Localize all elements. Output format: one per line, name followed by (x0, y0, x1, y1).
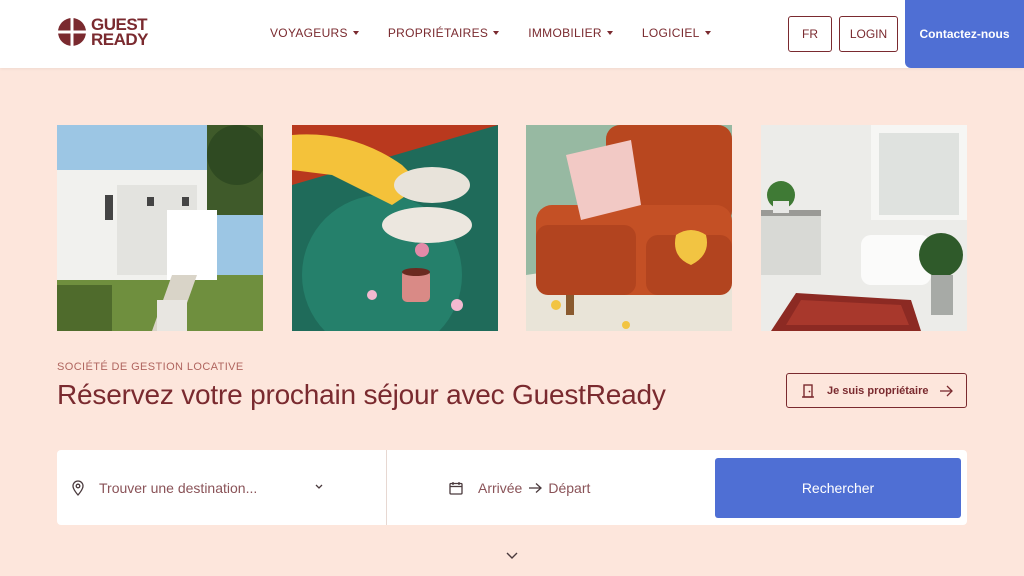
page-title: Réservez votre prochain séjour avec Gues… (57, 379, 666, 410)
bathroom-photo (761, 125, 967, 331)
site-header: GUEST READY VOYAGEURS PROPRIÉTAIRES IMMO… (0, 0, 1024, 68)
destination-field[interactable]: Trouver une destination... (57, 450, 387, 525)
owner-button-label: Je suis propriétaire (827, 384, 929, 397)
language-button[interactable]: FR (788, 16, 832, 52)
logo-line-2: READY (91, 30, 149, 49)
nav-item-label: VOYAGEURS (270, 26, 348, 40)
search-button[interactable]: Rechercher (715, 458, 961, 518)
caret-down-icon (352, 31, 359, 35)
caret-down-icon (493, 31, 500, 35)
date-range-field[interactable]: Arrivée Départ (449, 450, 590, 525)
main-nav: VOYAGEURS PROPRIÉTAIRES IMMOBILIER LOGIC… (270, 26, 740, 40)
destination-placeholder: Trouver une destination... (99, 479, 258, 496)
arrow-right-icon (940, 385, 953, 397)
nav-item-label: IMMOBILIER (528, 26, 602, 40)
hero-eyebrow: SOCIÉTÉ DE GESTION LOCATIVE (57, 361, 244, 373)
nav-item-voyageurs[interactable]: VOYAGEURS (270, 26, 359, 40)
door-icon (802, 383, 814, 398)
chevron-down-icon (315, 484, 323, 489)
white-villa-photo (57, 125, 263, 331)
nav-item-logiciel[interactable]: LOGICIEL (642, 26, 711, 40)
login-button[interactable]: LOGIN (839, 16, 898, 52)
orange-sofa-photo (526, 125, 732, 331)
arrow-right-icon (529, 482, 543, 493)
chevron-down-icon[interactable] (505, 551, 519, 561)
contact-button[interactable]: Contactez-nous (905, 0, 1024, 68)
brand-logo[interactable]: GUEST READY (57, 16, 149, 49)
caret-down-icon (704, 31, 711, 35)
logo-wordmark: GUEST READY (91, 16, 149, 49)
nav-item-proprietaires[interactable]: PROPRIÉTAIRES (387, 26, 500, 40)
calendar-icon (449, 481, 463, 495)
arrival-label[interactable]: Arrivée (478, 480, 522, 496)
logo-mark-icon (57, 17, 87, 47)
slippers-and-mug-photo (292, 125, 498, 331)
nav-item-immobilier[interactable]: IMMOBILIER (528, 26, 613, 40)
owner-button[interactable]: Je suis propriétaire (786, 373, 967, 408)
nav-item-label: LOGICIEL (641, 26, 700, 40)
search-bar: Trouver une destination... Arrivée Dépar… (57, 450, 967, 525)
nav-item-label: PROPRIÉTAIRES (387, 26, 489, 40)
departure-label[interactable]: Départ (548, 480, 590, 496)
caret-down-icon (606, 31, 613, 35)
map-pin-icon (72, 479, 84, 496)
